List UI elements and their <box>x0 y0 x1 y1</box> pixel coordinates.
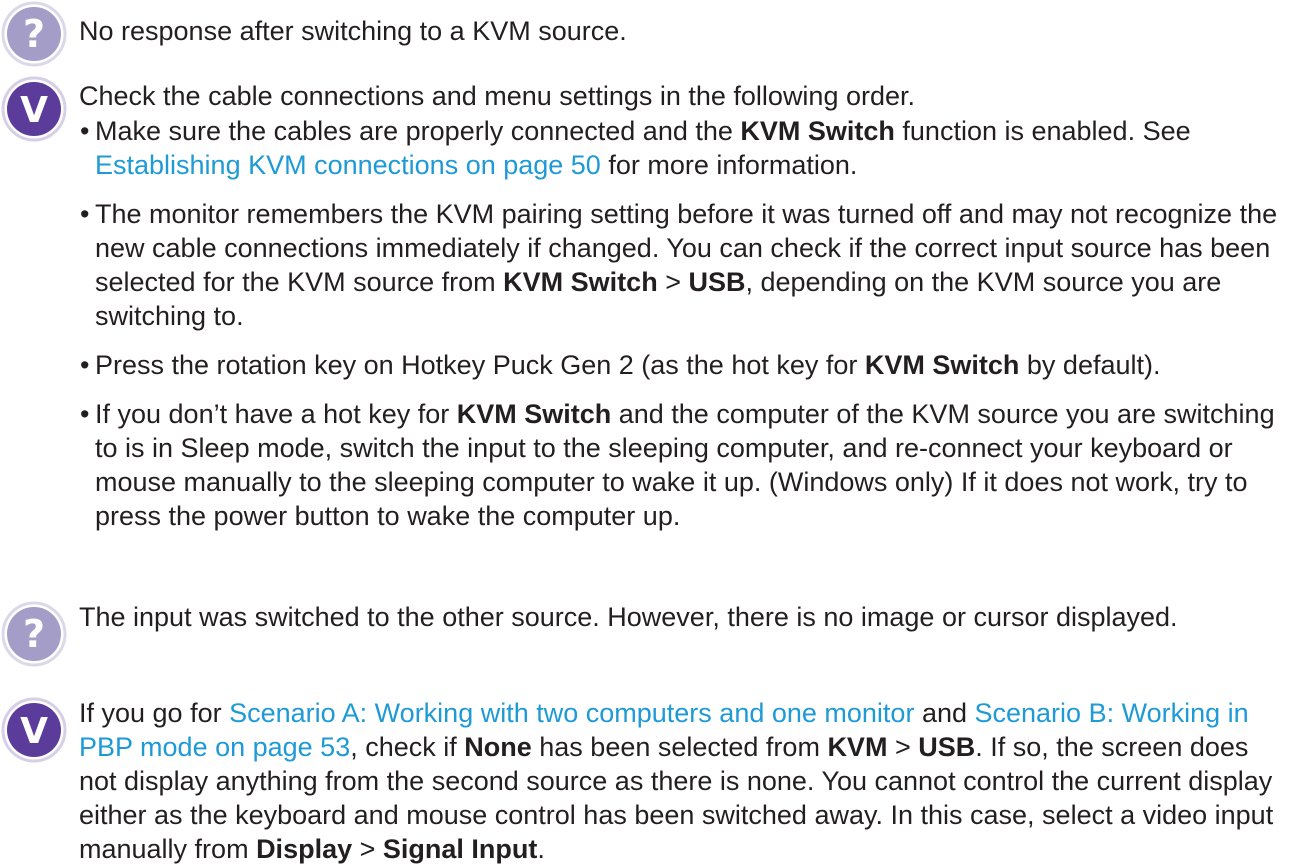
answer-text: If you go for Scenario A: Working with t… <box>79 698 1274 864</box>
check-icon: V <box>1 76 67 142</box>
answer-bullet-list: • Make sure the cables are properly conne… <box>79 114 1282 533</box>
question-text: No response after switching to a KVM sou… <box>79 16 627 46</box>
question-icon: ? <box>1 1 67 67</box>
link-establishing-kvm[interactable]: Establishing KVM connections on page 50 <box>95 150 601 180</box>
question-icon: ? <box>1 601 67 667</box>
bullet-dot: • <box>80 199 90 229</box>
bullet-dot: • <box>80 116 90 146</box>
bullet-item: • If you don’t have a hot key for KVM Swi… <box>80 399 1275 531</box>
svg-text:?: ? <box>23 612 45 656</box>
question-text: The input was switched to the other sour… <box>79 602 1178 632</box>
faq-page: ? No response after switching to a KVM s… <box>0 0 1300 864</box>
svg-text:V: V <box>20 711 48 752</box>
bullet-dot: • <box>80 399 90 429</box>
link-scenario-a[interactable]: Scenario A: Working with two computers a… <box>229 698 914 728</box>
check-icon: V <box>1 697 67 763</box>
answer-intro: Check the cable connections and menu set… <box>79 81 916 111</box>
bullet-dot: • <box>80 350 90 380</box>
svg-text:?: ? <box>23 12 45 56</box>
bullet-item: • Make sure the cables are properly conne… <box>80 116 1191 180</box>
bullet-item: • The monitor remembers the KVM pairing s… <box>80 199 1278 331</box>
bullet-item: • Press the rotation key on Hotkey Puck G… <box>80 350 1161 380</box>
svg-text:V: V <box>20 90 48 131</box>
